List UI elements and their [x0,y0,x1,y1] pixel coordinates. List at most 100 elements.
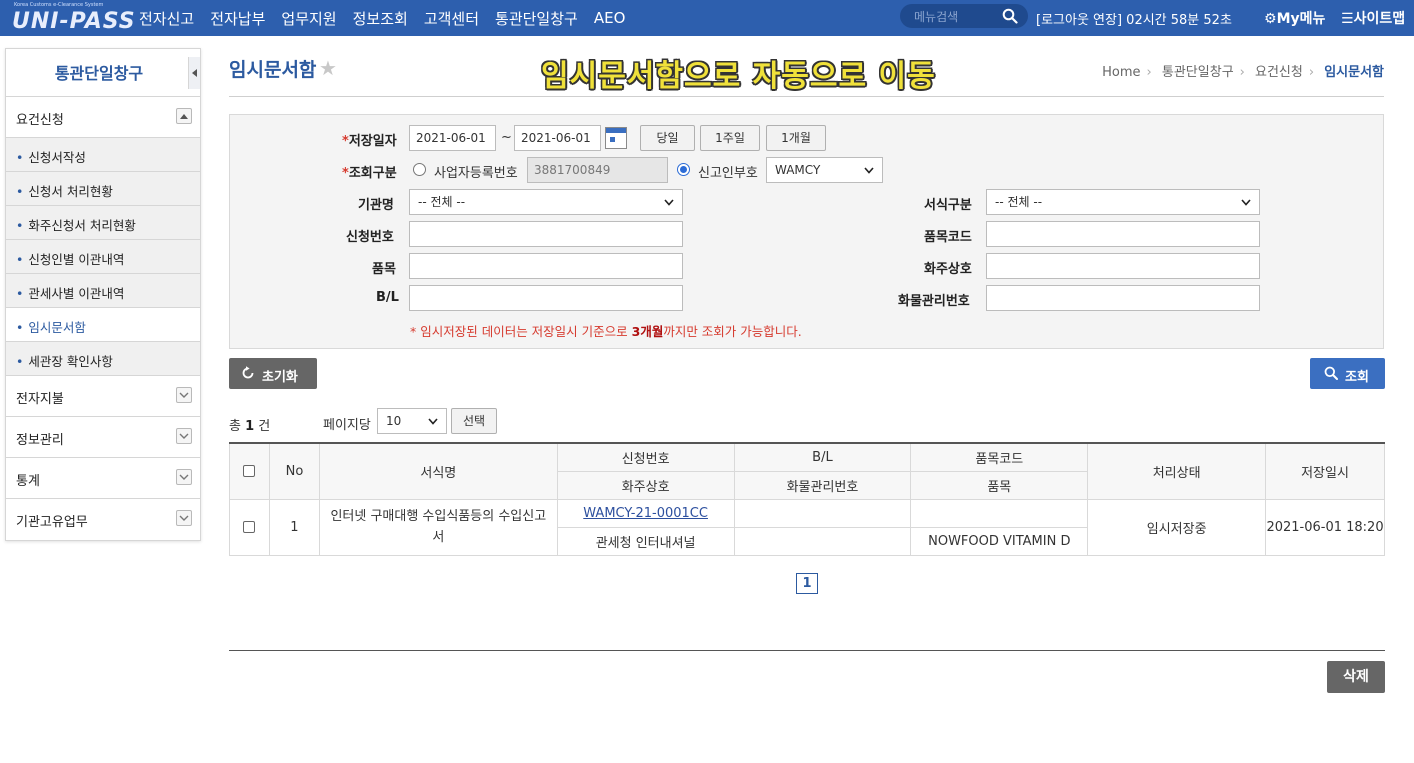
per-page-apply-button[interactable]: 선택 [451,408,497,434]
row-item-code [910,498,1089,528]
per-page-select[interactable]: 10 [377,408,447,434]
col-saved-at: 저장일시 [1265,442,1385,500]
bl-input[interactable] [409,285,683,311]
chevron-right-icon: › [1239,65,1245,80]
delete-button[interactable]: 삭제 [1327,661,1385,693]
sidebar-group-info-management[interactable]: 정보관리 [6,417,200,458]
cargo-no-label: 화물관리번호 [898,294,970,309]
search-button[interactable]: 조회 [1310,358,1385,389]
table-row[interactable]: 1 인터넷 구매대행 수입식품등의 수입신고서 WAMCY-21-0001CC … [229,498,1385,556]
col-bl: B/L [733,442,912,472]
select-all-checkbox[interactable] [243,465,256,478]
row-checkbox[interactable] [243,521,256,533]
col-form-name: 서식명 [318,442,558,500]
menu-search-box[interactable]: 메뉴검색 [900,4,1028,28]
search-icon[interactable] [1002,8,1018,24]
owner-name-input[interactable] [986,253,1260,279]
breadcrumb-current: 임시문서함 [1324,65,1384,80]
date-from-input[interactable]: 2021-06-01 [409,125,496,151]
page-title: 임시문서함 [229,59,317,81]
item-input[interactable] [409,253,683,279]
sidebar-item-temp-docs[interactable]: 임시문서함 [6,308,200,342]
retention-notice: * 임시저장된 데이터는 저장일시 기준으로 3개월까지만 조회가 가능합니다. [410,324,802,339]
nav-item-e-declaration[interactable]: 전자신고 [139,8,194,29]
one-month-button[interactable]: 1개월 [766,125,826,151]
agency-label: 기관명 [358,198,394,213]
sidebar-group-requirements[interactable]: 요건신청 [6,97,200,138]
cargo-no-input[interactable] [986,285,1260,311]
row-application-no-cell: WAMCY-21-0001CC [556,498,735,528]
logo-tagline: Korea Customs e-Clearance System [14,2,104,8]
radio-applicant-label[interactable]: 신고인부호 [698,162,758,181]
chevron-down-icon[interactable] [176,387,192,403]
application-no-input[interactable] [409,221,683,247]
sidebar-group-agency-tasks[interactable]: 기관고유업무 [6,499,200,540]
sidebar-group-statistics[interactable]: 통계 [6,458,200,499]
bottom-divider [229,650,1385,651]
col-item: 품목 [910,470,1089,500]
col-status: 처리상태 [1087,442,1267,500]
save-date-label: *저장일자 [342,134,397,149]
application-no-link[interactable]: WAMCY-21-0001CC [583,506,708,521]
agency-select[interactable]: -- 전체 -- [409,189,683,215]
breadcrumb-requirements[interactable]: 요건신청 [1255,65,1303,80]
chevron-down-icon[interactable] [176,510,192,526]
overlay-annotation: 임시문서함으로 자동으로 이동 [541,59,936,94]
menu-search-input[interactable]: 메뉴검색 [914,8,958,25]
sidebar-group-e-payment[interactable]: 전자지불 [6,376,200,417]
nav-item-business-support[interactable]: 업무지원 [281,8,336,29]
radio-bizno-label[interactable]: 사업자등록번호 [434,162,518,181]
sidebar-item-application-status[interactable]: 신청서 처리현황 [6,172,200,206]
form-type-label: 서식구분 [924,198,972,213]
results-table: No 서식명 신청번호 B/L 품목코드 처리상태 저장일시 화주상호 화물관리… [229,442,1385,556]
my-menu-button[interactable]: ⚙My메뉴 [1264,8,1325,28]
row-no: 1 [268,498,320,556]
sidebar-item-transfer-by-applicant[interactable]: 신청인별 이관내역 [6,240,200,274]
reset-button[interactable]: 초기화 [229,358,317,389]
bizno-input[interactable]: 3881700849 [527,157,668,183]
chevron-up-icon[interactable] [176,108,192,124]
breadcrumb-home[interactable]: Home [1102,65,1140,80]
sidebar-title: 통관단일창구 [54,64,144,83]
applicant-code-select[interactable]: WAMCY [766,157,883,183]
chevron-down-icon [864,167,874,174]
one-week-button[interactable]: 1주일 [700,125,760,151]
owner-name-label: 화주상호 [924,262,972,277]
today-button[interactable]: 당일 [640,125,695,151]
nav-item-aeo[interactable]: AEO [594,9,626,27]
sidebar-item-owner-application-status[interactable]: 화주신청서 처리현황 [6,206,200,240]
nav-item-info-inquiry[interactable]: 정보조회 [353,8,408,29]
calendar-icon[interactable] [605,127,627,149]
nav-item-e-payment[interactable]: 전자납부 [210,8,265,29]
row-owner-name: 관세청 인터내셔널 [556,526,735,556]
gear-icon: ⚙ [1264,11,1277,27]
sidebar-item-transfer-by-broker[interactable]: 관세사별 이관내역 [6,274,200,308]
sidebar-item-customs-confirmation[interactable]: 세관장 확인사항 [6,342,200,376]
row-status: 임시저장중 [1087,498,1267,556]
breadcrumb-single-window[interactable]: 통관단일창구 [1162,65,1234,80]
chevron-down-icon[interactable] [176,469,192,485]
col-cargo-no: 화물관리번호 [733,470,912,500]
item-code-input[interactable] [986,221,1260,247]
radio-applicant-code[interactable] [677,163,690,176]
logout-extend-timer[interactable]: [로그아웃 연장] 02시간 58분 52초 [1036,9,1232,28]
sitemap-button[interactable]: ☰사이트맵 [1341,8,1405,28]
sidebar-collapse-button[interactable] [188,57,200,89]
form-type-select[interactable]: -- 전체 -- [986,189,1260,215]
top-navigation-bar: Korea Customs e-Clearance System UNI-PAS… [0,0,1414,36]
chevron-down-icon [428,418,438,425]
unipass-logo[interactable]: Korea Customs e-Clearance System UNI-PAS… [10,2,135,34]
nav-item-single-window[interactable]: 통관단일창구 [495,8,578,29]
star-icon[interactable]: ★ [319,56,337,80]
query-type-label: *조회구분 [342,166,397,181]
title-divider [229,96,1384,97]
nav-item-customer-center[interactable]: 고객센터 [424,8,479,29]
item-label: 품목 [372,262,396,277]
result-count: 총 1 건 [229,419,271,434]
sidebar-item-create-application[interactable]: 신청서작성 [6,138,200,172]
page-number-current[interactable]: 1 [796,573,818,594]
chevron-down-icon[interactable] [176,428,192,444]
radio-bizno[interactable] [413,163,426,176]
row-saved-at: 2021-06-01 18:20 [1265,498,1385,556]
date-to-input[interactable]: 2021-06-01 [514,125,601,151]
